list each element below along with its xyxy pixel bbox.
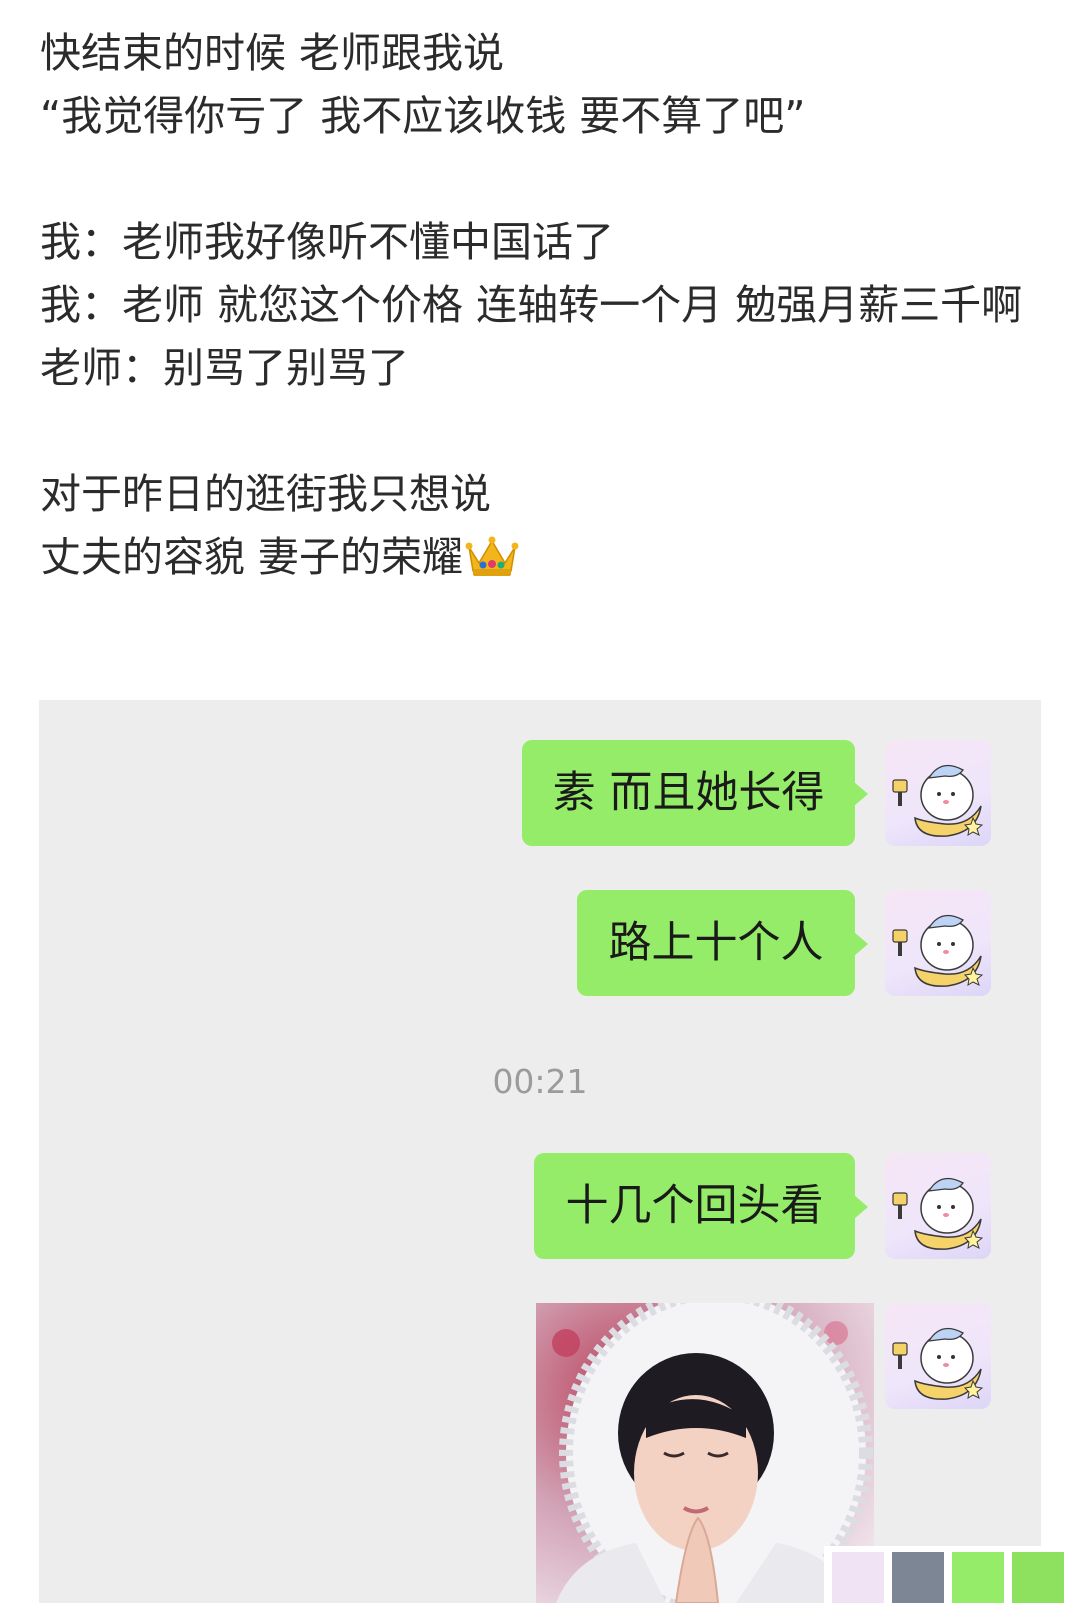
- post-line: 对于昨日的逛街我只想说: [40, 470, 491, 518]
- user-avatar[interactable]: [885, 740, 991, 846]
- bunny-sticker-icon: [892, 1177, 984, 1250]
- post-line: 老师：别骂了别骂了: [40, 344, 409, 392]
- chat-timestamp: 00:21: [492, 1062, 588, 1101]
- post-line: “我觉得你亏了 我不应该收钱 要不算了吧”: [40, 92, 806, 140]
- post-text: 快结束的时候 老师跟我说 “我觉得你亏了 我不应该收钱 要不算了吧” 我：老师我…: [40, 22, 1050, 589]
- bunny-sticker-icon: [892, 764, 984, 837]
- user-avatar[interactable]: [885, 1303, 991, 1409]
- post-line: 我：老师 就您这个价格 连轴转一个月 勉强月薪三千啊: [40, 281, 1023, 329]
- post-line: 丈夫的容貌 妻子的荣耀: [40, 533, 464, 581]
- chat-screenshot: 素 而且她长得 路上十个人 00:21 十几个回头看: [39, 700, 1041, 1603]
- message-text: 路上十个人: [608, 918, 824, 968]
- post-line: 我：老师我好像听不懂中国话了: [40, 218, 614, 266]
- user-avatar[interactable]: [885, 1153, 991, 1259]
- color-swatch: [832, 1552, 884, 1603]
- bunny-sticker-icon: [892, 914, 984, 987]
- message-text: 素 而且她长得: [552, 768, 825, 818]
- color-swatch: [892, 1552, 944, 1603]
- message-bubble[interactable]: 路上十个人: [577, 890, 868, 996]
- message-bubble[interactable]: 十几个回头看: [534, 1153, 868, 1259]
- user-avatar[interactable]: [885, 890, 991, 996]
- color-palette: [824, 1546, 1072, 1609]
- message-text: 十几个回头看: [565, 1181, 824, 1231]
- message-bubble[interactable]: 素 而且她长得: [522, 740, 868, 846]
- post-line: 快结束的时候 老师跟我说: [40, 29, 505, 77]
- post-line-with-crown: 丈夫的容貌 妻子的荣耀: [40, 526, 1050, 589]
- color-swatch: [952, 1552, 1004, 1603]
- crown-icon: [465, 536, 519, 576]
- bunny-sticker-icon: [892, 1327, 984, 1400]
- color-swatch: [1012, 1552, 1064, 1603]
